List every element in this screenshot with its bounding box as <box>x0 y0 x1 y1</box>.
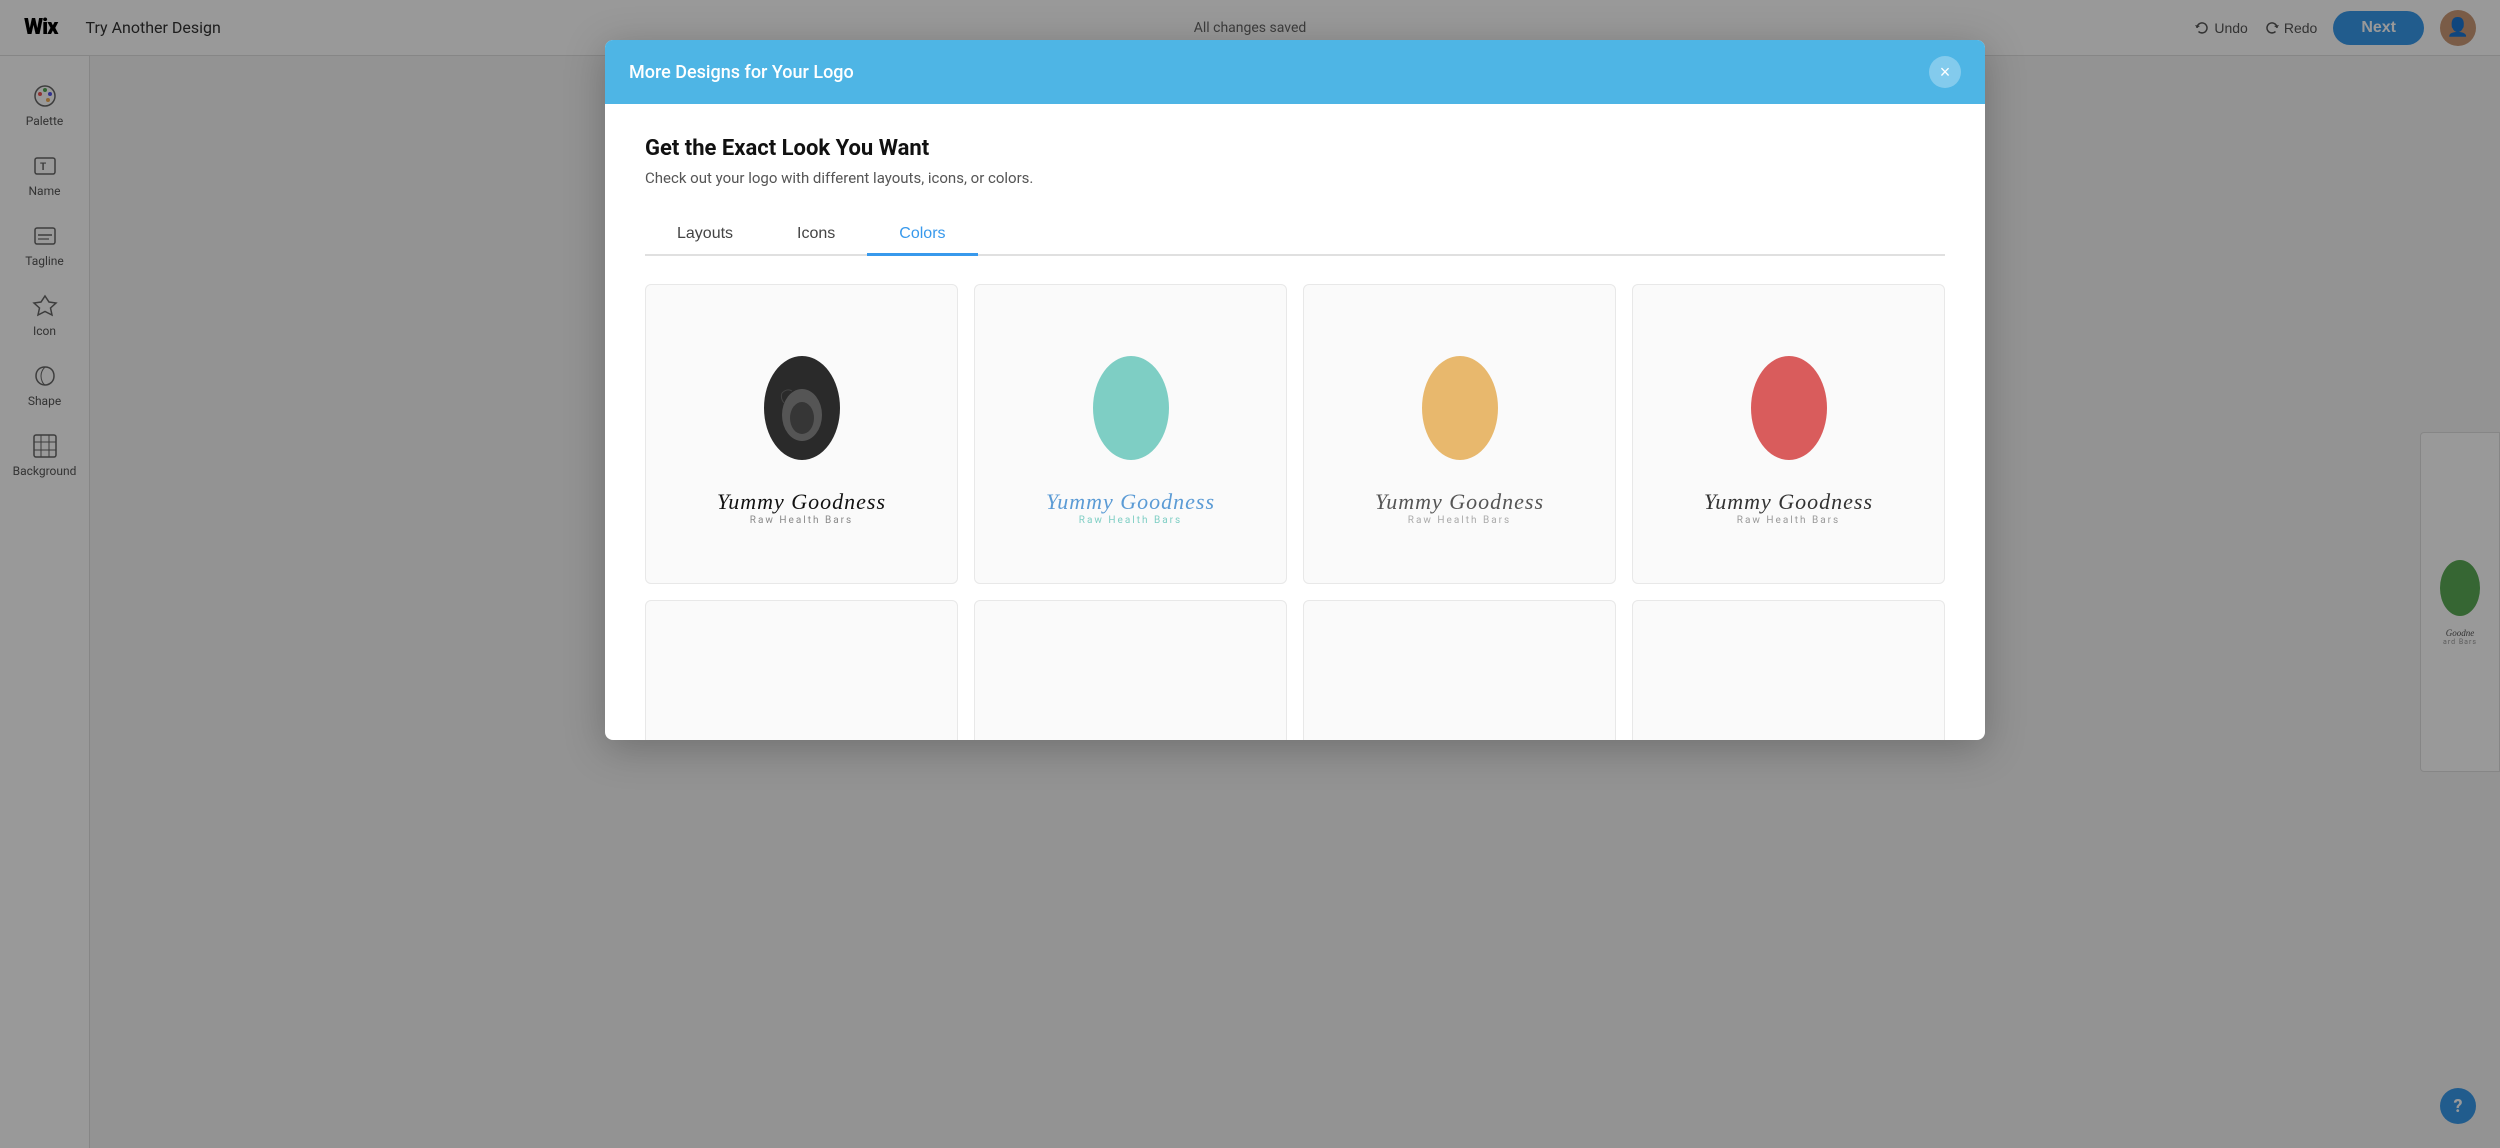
modal-close-button[interactable]: × <box>1929 56 1961 88</box>
logo-card-empty-4[interactable] <box>1632 600 1945 740</box>
modal-subtext: Check out your logo with different layou… <box>645 169 1945 187</box>
logo-shape-black <box>742 343 862 483</box>
logo-text-red: Yummy Goodness Raw Health Bars <box>1704 489 1873 526</box>
logo-shape-red <box>1729 343 1849 483</box>
tab-icons[interactable]: Icons <box>765 215 867 256</box>
logo-card-empty-1[interactable] <box>645 600 958 740</box>
logo-card-red[interactable]: Yummy Goodness Raw Health Bars <box>1632 284 1945 584</box>
modal-header-title: More Designs for Your Logo <box>629 62 854 83</box>
modal-body: Get the Exact Look You Want Check out yo… <box>605 104 1985 740</box>
logo-content-red: Yummy Goodness Raw Health Bars <box>1704 343 1873 526</box>
tabs: Layouts Icons Colors <box>645 215 1945 256</box>
logo-content-teal: Yummy Goodness Raw Health Bars <box>1046 343 1215 526</box>
modal-header: More Designs for Your Logo × <box>605 40 1985 104</box>
logo-card-black[interactable]: Yummy Goodness Raw Health Bars <box>645 284 958 584</box>
logo-card-gold[interactable]: Yummy Goodness Raw Health Bars <box>1303 284 1616 584</box>
modal-headline: Get the Exact Look You Want <box>645 136 1945 161</box>
logo-text-black: Yummy Goodness Raw Health Bars <box>717 489 886 526</box>
overlay: More Designs for Your Logo × Get the Exa… <box>0 0 2500 1148</box>
logo-content-gold: Yummy Goodness Raw Health Bars <box>1375 343 1544 526</box>
logo-grid: Yummy Goodness Raw Health Bars <box>645 284 1945 740</box>
logo-content-black: Yummy Goodness Raw Health Bars <box>717 343 886 526</box>
logo-text-gold: Yummy Goodness Raw Health Bars <box>1375 489 1544 526</box>
modal-container: More Designs for Your Logo × Get the Exa… <box>90 0 2500 1148</box>
logo-shape-gold <box>1400 343 1520 483</box>
logo-card-empty-2[interactable] <box>974 600 1287 740</box>
modal: More Designs for Your Logo × Get the Exa… <box>605 40 1985 740</box>
logo-text-teal: Yummy Goodness Raw Health Bars <box>1046 489 1215 526</box>
logo-shape-teal <box>1071 343 1191 483</box>
logo-card-empty-3[interactable] <box>1303 600 1616 740</box>
tab-colors[interactable]: Colors <box>867 215 977 256</box>
logo-card-teal[interactable]: Yummy Goodness Raw Health Bars <box>974 284 1287 584</box>
tab-layouts[interactable]: Layouts <box>645 215 765 256</box>
